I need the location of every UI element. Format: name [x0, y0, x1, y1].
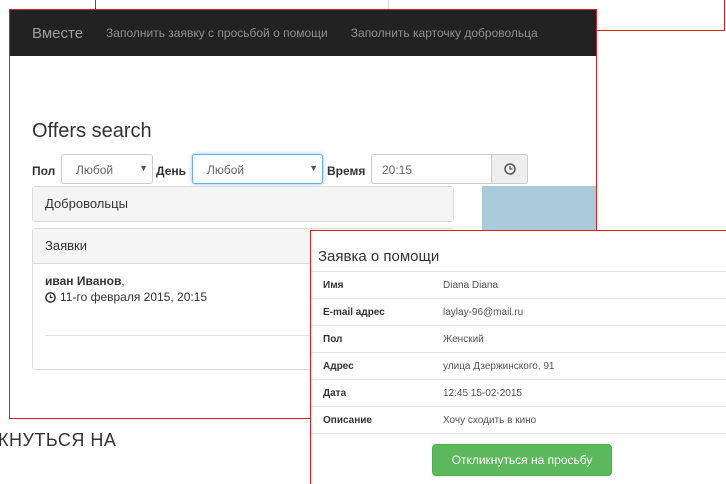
- sex-select-value: Любой: [76, 163, 114, 177]
- table-row: Имя Diana Diana: [311, 271, 726, 299]
- request-name: иван Иванов: [45, 274, 122, 288]
- day-select[interactable]: Любой ▼: [192, 154, 323, 184]
- day-label: День: [156, 164, 186, 178]
- request-modal: Заявка о помощи Имя Diana Diana E-mail а…: [310, 230, 726, 484]
- row-label: Описание: [311, 406, 443, 434]
- table-row: Адрес улица Дзержинского, 91: [311, 352, 726, 380]
- row-label: Адрес: [311, 352, 443, 380]
- sex-label: Пол: [32, 164, 56, 178]
- nav-link-volunteer-card[interactable]: Заполнить карточку добровольца: [351, 26, 538, 40]
- volunteers-heading[interactable]: Добровольцы: [33, 187, 453, 221]
- row-label: Пол: [311, 325, 443, 353]
- chevron-down-icon: ▼: [139, 163, 148, 173]
- row-value: laylay-96@mail.ru: [443, 298, 726, 326]
- respond-button[interactable]: Откликнуться на просьбу: [432, 444, 612, 476]
- row-value: Diana Diana: [443, 271, 726, 299]
- time-label: Время: [327, 164, 366, 178]
- modal-title: Заявка о помощи: [318, 248, 440, 265]
- brand-link[interactable]: Вместе: [32, 25, 83, 42]
- table-row: Пол Женский: [311, 325, 726, 353]
- table-row: E-mail адрес laylay-96@mail.ru: [311, 298, 726, 326]
- time-input-value: 20:15: [382, 163, 413, 177]
- row-value: Женский: [443, 325, 726, 353]
- row-label: Имя: [311, 271, 443, 299]
- page-title: Offers search: [32, 120, 152, 142]
- clock-icon: [45, 291, 56, 303]
- clock-icon: [503, 163, 516, 175]
- request-details-table: Имя Diana Diana E-mail адрес laylay-96@m…: [311, 271, 726, 434]
- sex-select[interactable]: Любой ▼: [61, 154, 153, 184]
- background-text: КНУТЬСЯ НА: [0, 430, 117, 450]
- volunteers-panel[interactable]: Добровольцы: [32, 186, 454, 222]
- chevron-down-icon: ▼: [309, 163, 318, 173]
- table-row: Описание Хочу сходить в кино: [311, 406, 726, 434]
- request-date: 11-го февраля 2015, 20:15: [60, 290, 208, 304]
- row-value: Хочу сходить в кино: [443, 406, 726, 434]
- day-select-value: Любой: [207, 163, 245, 177]
- table-row: Дата 12:45 15-02-2015: [311, 379, 726, 407]
- time-picker-button[interactable]: [492, 154, 528, 184]
- row-value: улица Дзержинского, 91: [443, 352, 726, 380]
- row-label: E-mail адрес: [311, 298, 443, 326]
- nav-link-request-help[interactable]: Заполнить заявку с просьбой о помощи: [106, 26, 328, 40]
- navbar: Вместе Заполнить заявку с просьбой о пом…: [10, 10, 596, 56]
- row-label: Дата: [311, 379, 443, 407]
- row-value: 12:45 15-02-2015: [443, 379, 726, 407]
- time-input[interactable]: 20:15: [371, 154, 492, 184]
